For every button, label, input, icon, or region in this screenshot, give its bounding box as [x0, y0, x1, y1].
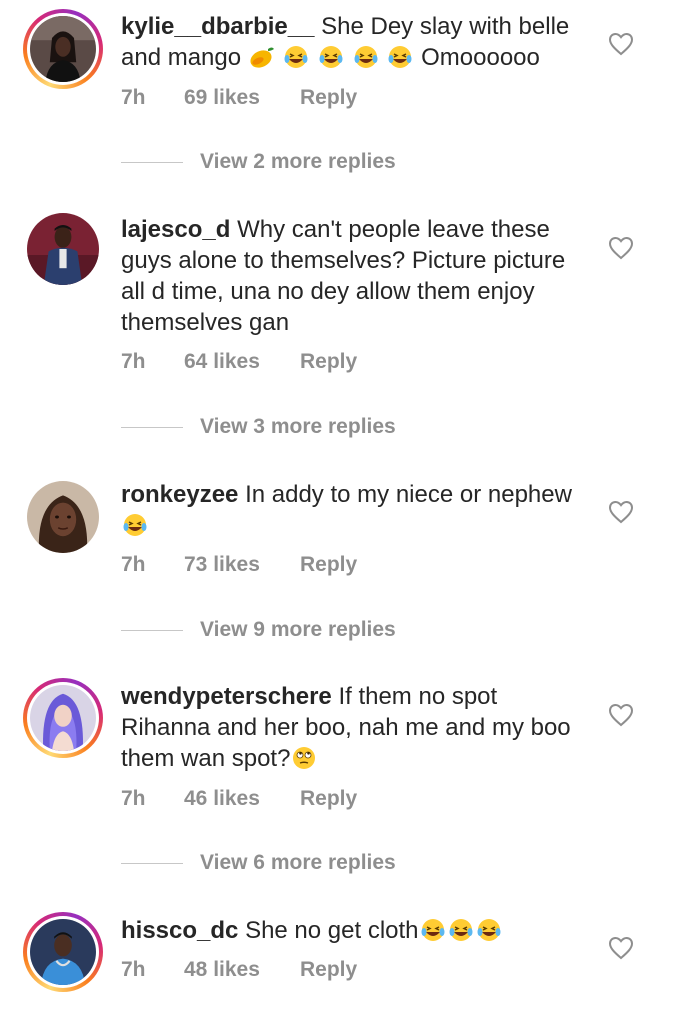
avatar-photo [27, 481, 99, 553]
avatar[interactable] [23, 477, 103, 557]
view-replies[interactable]: View 6 more replies [121, 848, 521, 878]
avatar-photo [30, 685, 96, 751]
eye-roll-emoji [291, 745, 317, 771]
comment-time: 7h [121, 958, 146, 981]
view-replies-label[interactable]: View 3 more replies [200, 412, 396, 442]
comment-likes[interactable]: 48 likes [184, 958, 300, 982]
view-replies-label[interactable]: View 6 more replies [200, 848, 396, 878]
view-replies-label[interactable]: View 2 more replies [200, 147, 396, 177]
comment-username[interactable]: kylie__dbarbie__ [121, 13, 314, 40]
view-replies[interactable]: View 2 more replies [121, 147, 521, 177]
replies-divider [121, 863, 183, 864]
reply-button[interactable]: Reply [300, 958, 357, 982]
laughing-tears-emoji [448, 917, 474, 943]
comment-meta: 7h 73 likes Reply [121, 553, 357, 577]
comment-time: 7h [121, 787, 146, 810]
laughing-tears-emoji [318, 44, 344, 70]
reply-button[interactable]: Reply [300, 350, 357, 374]
laughing-tears-emoji [387, 44, 413, 70]
like-heart-icon[interactable] [608, 703, 634, 727]
reply-button[interactable]: Reply [300, 86, 357, 110]
laughing-tears-emoji [353, 44, 379, 70]
avatar[interactable] [23, 678, 103, 758]
comment-likes[interactable]: 69 likes [184, 86, 300, 110]
laughing-tears-emoji [476, 917, 502, 943]
comment-body: lajesco_d Why can't people leave these g… [121, 214, 591, 338]
reply-button[interactable]: Reply [300, 787, 357, 811]
replies-divider [121, 427, 183, 428]
laughing-tears-emoji [122, 512, 148, 538]
like-heart-icon[interactable] [608, 936, 634, 960]
replies-divider [121, 162, 183, 163]
like-heart-icon[interactable] [608, 236, 634, 260]
comment-time: 7h [121, 350, 146, 373]
replies-divider [121, 630, 183, 631]
comment-username[interactable]: lajesco_d [121, 216, 230, 243]
laughing-tears-emoji [420, 917, 446, 943]
comment-time: 7h [121, 553, 146, 576]
comment-likes[interactable]: 64 likes [184, 350, 300, 374]
laughing-tears-emoji [283, 44, 309, 70]
comment-body: ronkeyzee In addy to my niece or nephew [121, 479, 591, 541]
comment-time: 7h [121, 86, 146, 109]
like-heart-icon[interactable] [608, 32, 634, 56]
avatar[interactable] [23, 912, 103, 992]
comment-meta: 7h 69 likes Reply [121, 86, 357, 110]
view-replies[interactable]: View 9 more replies [121, 615, 521, 645]
avatar[interactable] [23, 9, 103, 89]
comment-meta: 7h 46 likes Reply [121, 787, 357, 811]
like-heart-icon[interactable] [608, 500, 634, 524]
avatar[interactable] [23, 209, 103, 289]
comment-meta: 7h 64 likes Reply [121, 350, 357, 374]
comment-likes[interactable]: 73 likes [184, 553, 300, 577]
reply-button[interactable]: Reply [300, 553, 357, 577]
avatar-photo [30, 919, 96, 985]
avatar-photo [27, 213, 99, 285]
comment-username[interactable]: hissco_dc [121, 917, 238, 944]
comment-meta: 7h 48 likes Reply [121, 958, 357, 982]
mango-emoji [249, 44, 275, 70]
view-replies-label[interactable]: View 9 more replies [200, 615, 396, 645]
comment-username[interactable]: wendypeterschere [121, 683, 332, 710]
comment-body: hissco_dc She no get cloth [121, 915, 591, 946]
comment-username[interactable]: ronkeyzee [121, 481, 238, 508]
avatar-photo [30, 16, 96, 82]
view-replies[interactable]: View 3 more replies [121, 412, 521, 442]
comment-body: kylie__dbarbie__ She Dey slay with belle… [121, 11, 591, 73]
comment-likes[interactable]: 46 likes [184, 787, 300, 811]
comment-body: wendypeterschere If them no spot Rihanna… [121, 681, 591, 774]
comment-text-suffix: Omoooooo [421, 44, 540, 71]
comment-text: She no get cloth [245, 917, 419, 944]
comment-text: In addy to my niece or nephew [245, 481, 572, 508]
